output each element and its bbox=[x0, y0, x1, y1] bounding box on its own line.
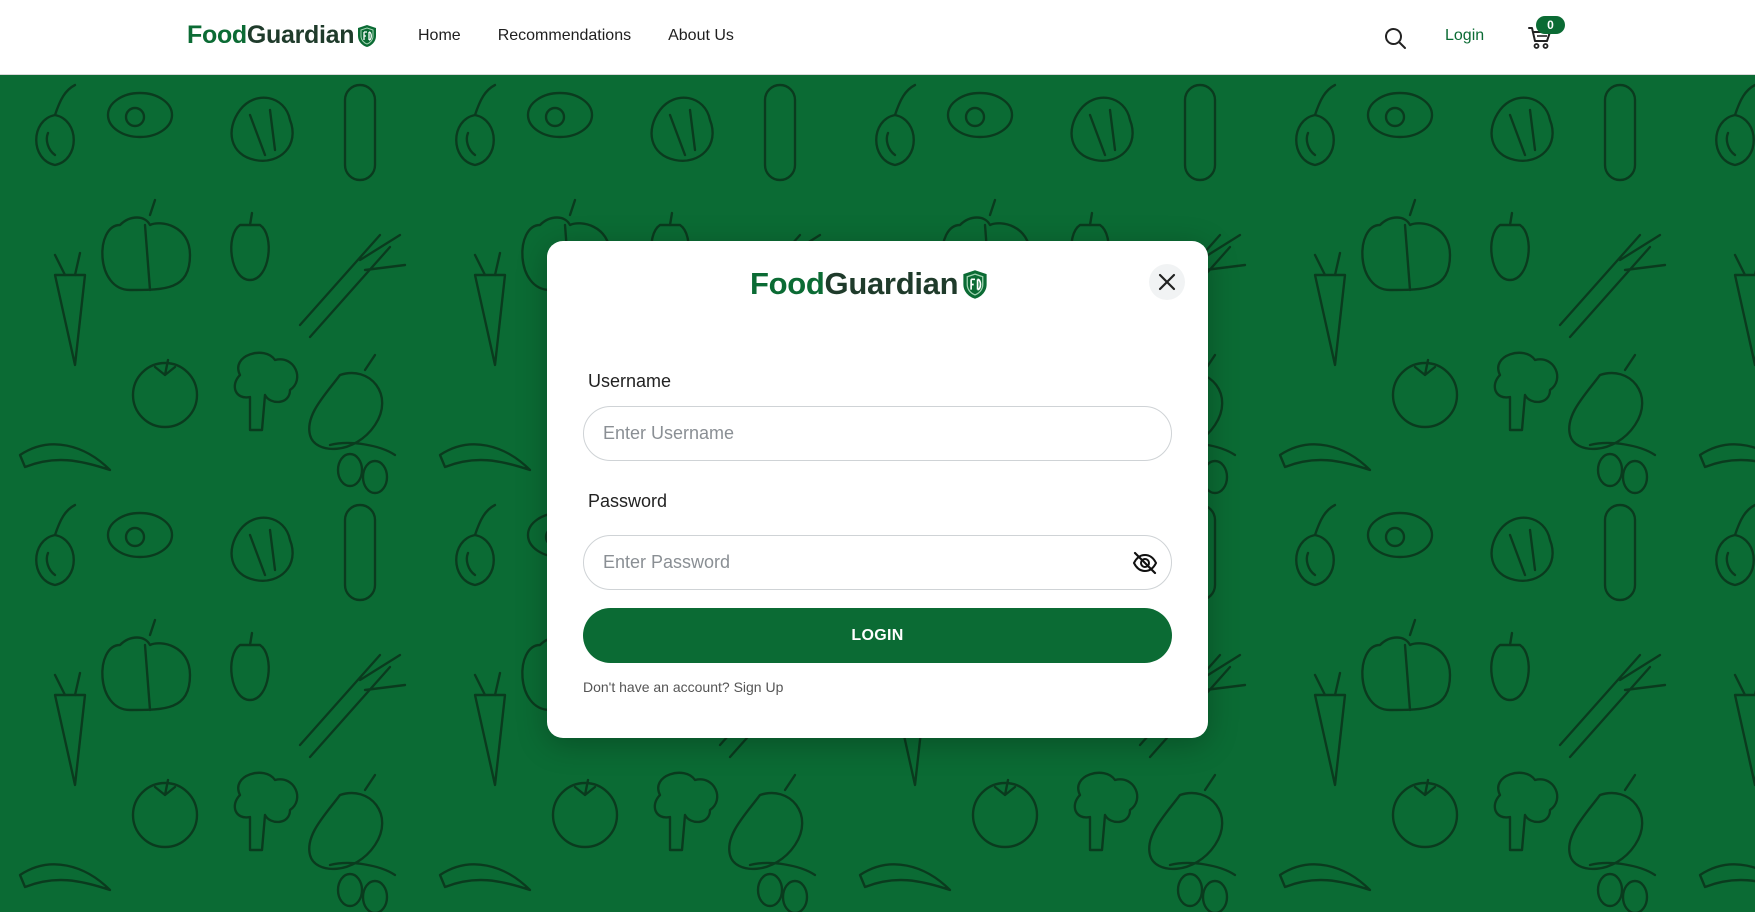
shield-logo-icon bbox=[962, 269, 988, 300]
brand-logo[interactable]: Food Guardian bbox=[187, 21, 377, 50]
nav-home[interactable]: Home bbox=[418, 27, 461, 45]
brand-text-food: Food bbox=[187, 21, 247, 49]
brand-text-guardian: Guardian bbox=[246, 21, 355, 49]
nav-recommendations[interactable]: Recommendations bbox=[498, 27, 631, 45]
close-icon[interactable] bbox=[1149, 264, 1185, 300]
shield-logo-icon bbox=[357, 24, 377, 48]
nav-about-us[interactable]: About Us bbox=[668, 27, 734, 45]
main-nav: Home Recommendations About Us bbox=[418, 27, 734, 45]
modal-brand-logo: Food Guardian bbox=[750, 266, 988, 302]
login-modal: FoodGuardian Username Password LOGIN Don… bbox=[547, 241, 1208, 738]
nav-login-link[interactable]: Login bbox=[1445, 27, 1484, 45]
signup-link[interactable]: Sign Up bbox=[734, 679, 784, 695]
signup-prompt-text: Don't have an account? bbox=[583, 679, 730, 695]
login-submit-button[interactable]: LOGIN bbox=[583, 608, 1172, 663]
password-input[interactable] bbox=[583, 535, 1172, 590]
search-icon[interactable] bbox=[1383, 26, 1407, 50]
cart-count-badge: 0 bbox=[1536, 16, 1565, 34]
password-label: Password bbox=[588, 491, 668, 511]
username-input[interactable] bbox=[583, 406, 1172, 461]
eye-off-icon[interactable] bbox=[1130, 548, 1160, 578]
username-label: Username bbox=[588, 371, 672, 391]
signup-prompt: Don't have an account? Sign Up bbox=[583, 679, 783, 695]
top-navbar: Food Guardian Home Recommendations About … bbox=[0, 0, 1755, 75]
modal-brand-text-guardian: Guardian bbox=[824, 266, 959, 301]
modal-brand-text-food: Food bbox=[750, 266, 825, 301]
